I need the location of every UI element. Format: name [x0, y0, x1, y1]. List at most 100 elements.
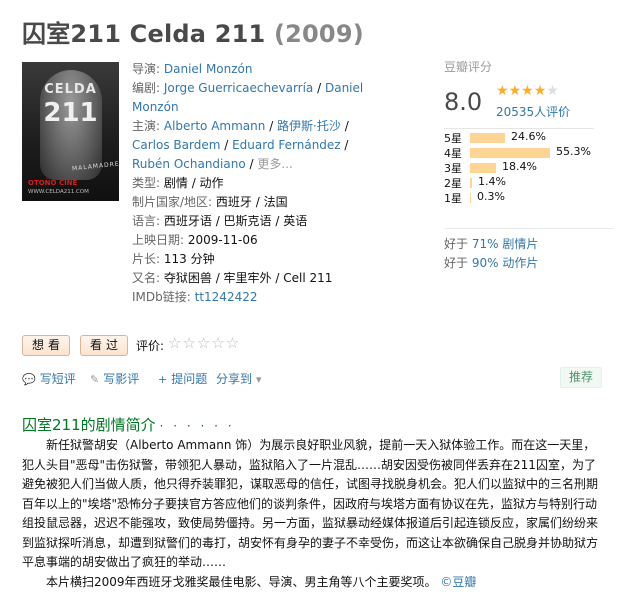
runtime-value: 113 分钟 [163, 252, 215, 266]
cast-link[interactable]: Eduard Fernández [232, 138, 341, 152]
better-than-prefix: 好于 [444, 237, 472, 251]
better-than-row: 好于 71% 剧情片 [444, 235, 614, 254]
better-than-row: 好于 90% 动作片 [444, 254, 614, 273]
rating-bar-percent: 0.3% [477, 190, 505, 203]
poster-url: WWW.CELDA211.COM [28, 189, 89, 195]
share-label: 分享到 [216, 372, 253, 386]
rating-bar-row: 5星 24.6% [444, 130, 614, 145]
rating-bar-label: 2星 [444, 177, 462, 190]
rating-bar-fill [470, 148, 550, 158]
ask-question-link[interactable]: + 提问题 [158, 370, 207, 387]
rating-bar-fill [470, 178, 472, 188]
rate-stars-input[interactable]: ☆☆☆☆☆ [168, 334, 240, 352]
aka-row: 又名: 夺狱困兽 / 牢里牢外 / Cell 211 [132, 269, 376, 288]
recommend-button[interactable]: 推荐 [560, 367, 602, 388]
imdb-row: IMDb链接: tt1242422 [132, 288, 376, 307]
release-label: 上映日期: [132, 233, 185, 247]
genre-value: 剧情 / 动作 [163, 176, 224, 190]
summary-awards-text: 本片横扫2009年西班牙戈雅奖最佳电影、导演、男主角等八个主要奖项。 [46, 574, 437, 589]
star-icon: ★ [521, 83, 534, 99]
pencil-icon: ✎ [90, 373, 100, 386]
imdb-label: IMDb链接: [132, 290, 191, 304]
summary-body: 新任狱警胡安（Alberto Ammann 饰）为展示良好职业风貌，提前一天入狱… [22, 436, 602, 592]
rating-bar-label: 3星 [444, 162, 462, 175]
summary-paragraph: 新任狱警胡安（Alberto Ammann 饰）为展示良好职业风貌，提前一天入狱… [22, 438, 599, 569]
genre-row: 类型: 剧情 / 动作 [132, 174, 376, 193]
genre-label: 类型: [132, 176, 161, 190]
write-review-label: 写影评 [103, 372, 140, 386]
language-value: 西班牙语 / 巴斯克语 / 英语 [163, 214, 308, 228]
cast-link[interactable]: Alberto Ammann [164, 119, 266, 133]
watched-button[interactable]: 看过 [80, 335, 128, 356]
write-short-review-link[interactable]: 💬 写短评 [22, 370, 76, 387]
star-empty-icon: ★ [546, 83, 559, 99]
rating-bar-row: 2星 1.4% [444, 175, 614, 190]
cast-row: 主演: Alberto Ammann / 路伊斯·托沙 / Carlos Bar… [132, 119, 349, 171]
action-toolbar: 💬 写短评 ✎ 写影评 + 提问题 分享到 ▾ 推荐 [22, 367, 602, 390]
movie-info: 导演: Daniel Monzón 编剧: Jorge Guerricaeche… [132, 60, 376, 307]
plus-icon: + [158, 373, 168, 386]
rating-bar-label: 5星 [444, 132, 462, 145]
writer-label: 编剧: [132, 81, 161, 95]
rating-bar-label: 1星 [444, 192, 462, 205]
cast-link[interactable]: 路伊斯·托沙 [277, 119, 341, 133]
rating-bar-percent: 1.4% [478, 175, 506, 188]
cast-label: 主演: [132, 119, 161, 133]
star-icon: ★ [496, 83, 509, 99]
writer-link[interactable]: Jorge Guerricaechevarría [164, 81, 313, 95]
rating-divider [444, 128, 594, 129]
page-title: 囚室211 Celda 211 (2009) [22, 14, 364, 49]
poster-title-line1: CELDA [44, 82, 97, 97]
summary-title: 囚室211的剧情简介 [22, 416, 156, 434]
poster-title-line2: 211 [43, 98, 98, 128]
country-value: 西班牙 / 法国 [215, 195, 288, 209]
better-than-link[interactable]: 90% 动作片 [472, 256, 539, 270]
country-label: 制片国家/地区: [132, 195, 213, 209]
better-than-link[interactable]: 71% 剧情片 [472, 237, 539, 251]
rate-label: 评价: [136, 339, 165, 353]
write-short-review-label: 写短评 [39, 372, 76, 386]
imdb-link[interactable]: tt1242422 [195, 290, 258, 304]
rating-stars: ★★★★★ [496, 83, 559, 99]
runtime-row: 片长: 113 分钟 [132, 250, 376, 269]
write-review-link[interactable]: ✎ 写影评 [90, 370, 139, 387]
douban-source-link[interactable]: ©豆瓣 [440, 575, 476, 589]
chevron-down-icon: ▾ [256, 373, 262, 386]
director-label: 导演: [132, 62, 161, 76]
rating-bar-fill [470, 193, 471, 203]
aka-label: 又名: [132, 271, 161, 285]
language-label: 语言: [132, 214, 161, 228]
summary-paragraph-awards: 本片横扫2009年西班牙戈雅奖最佳电影、导演、男主角等八个主要奖项。 ©豆瓣 [22, 573, 602, 593]
rating-bar-row: 3星 18.4% [444, 160, 614, 175]
summary-heading: 囚室211的剧情简介 · · · · · · [22, 414, 235, 435]
release-value: 2009-11-06 [187, 233, 258, 247]
aka-value: 夺狱困兽 / 牢里牢外 / Cell 211 [163, 271, 333, 285]
rating-votes-link[interactable]: 20535人评价 [496, 103, 570, 120]
movie-year: (2009) [273, 20, 364, 48]
rating-bar-fill [470, 163, 496, 173]
rating-bar-percent: 18.4% [502, 160, 537, 173]
movie-poster[interactable]: CELDA 211 MALAMADRE OTOÑO CINE WWW.CELDA… [22, 62, 119, 201]
rating-score: 8.0 [444, 88, 483, 116]
star-icon: ★ [533, 83, 547, 99]
share-dropdown[interactable]: 分享到 ▾ [216, 370, 266, 387]
director-link[interactable]: Daniel Monzón [164, 62, 253, 76]
rating-distribution: 5星 24.6% 4星 55.3% 3星 18.4% 2星 1.4% 1星 0.3% [444, 130, 614, 205]
release-row: 上映日期: 2009-11-06 [132, 231, 376, 250]
rating-bar-percent: 55.3% [556, 145, 591, 158]
poster-brand: OTOÑO CINE [28, 179, 78, 187]
language-row: 语言: 西班牙语 / 巴斯克语 / 英语 [132, 212, 376, 231]
star-icon: ★ [508, 83, 522, 99]
cast-link[interactable]: Rubén Ochandiano [132, 157, 246, 171]
country-row: 制片国家/地区: 西班牙 / 法国 [132, 193, 376, 212]
ask-question-label: 提问题 [171, 372, 208, 386]
cast-link[interactable]: Carlos Bardem [132, 138, 220, 152]
rating-bar-row: 1星 0.3% [444, 190, 614, 205]
cast-more-link[interactable]: 更多... [257, 157, 292, 171]
runtime-label: 片长: [132, 252, 161, 266]
rating-bar-percent: 24.6% [511, 130, 546, 143]
rating-bar-label: 4星 [444, 147, 462, 160]
comment-icon: 💬 [22, 373, 36, 386]
want-to-watch-button[interactable]: 想看 [22, 335, 70, 356]
rating-bar-fill [470, 133, 505, 143]
